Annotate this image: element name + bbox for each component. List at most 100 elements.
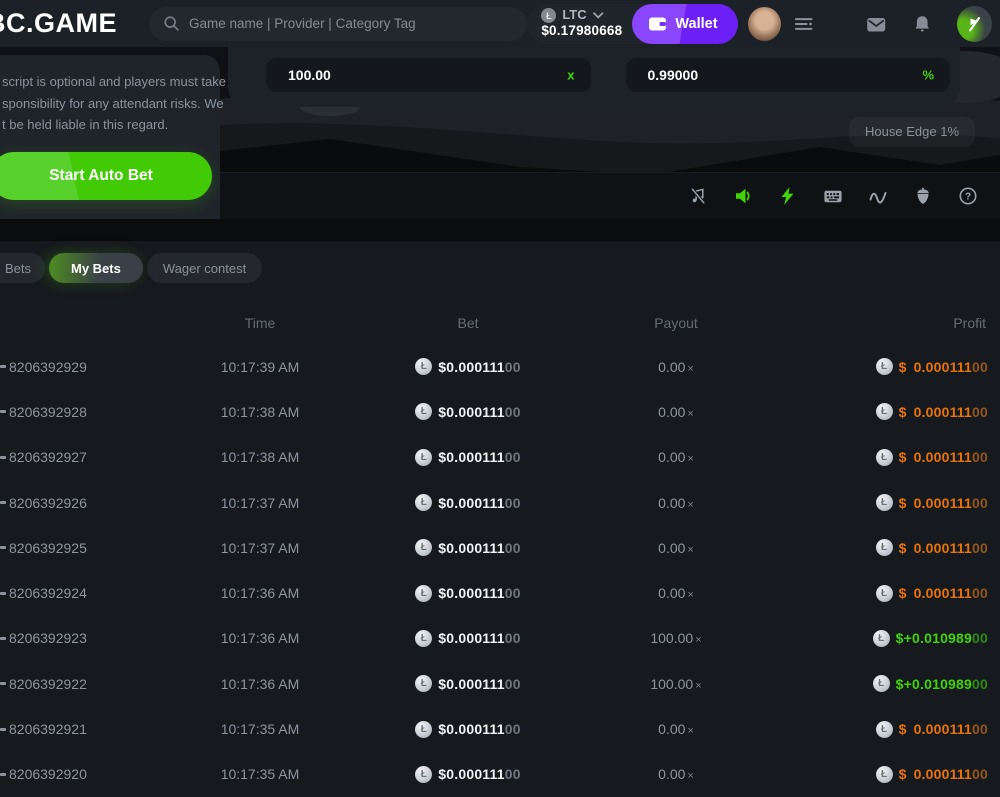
header-bet: Bet [350, 315, 586, 331]
search-icon [163, 15, 180, 32]
win-chance-field[interactable]: % [626, 58, 951, 92]
table-row[interactable]: 8206392921 10:17:35 AM Ł $0.00011100 0.0… [0, 706, 1000, 751]
wallet-button[interactable]: Wallet [632, 4, 737, 44]
bet-profit: Ł $0.00011100 [766, 539, 1000, 556]
bet-amount: Ł $0.00011100 [350, 539, 586, 556]
clipped-id-fragment [0, 728, 6, 731]
bet-profit: Ł $0.00011100 [766, 403, 1000, 420]
bet-profit: Ł $0.00011100 [766, 721, 1000, 738]
tab-all-bets[interactable]: Bets [0, 253, 45, 283]
disclaimer-line: script is optional and players must take [2, 71, 208, 93]
bet-payout: 0.00× [586, 404, 766, 420]
bets-table-body: 8206392929 10:17:39 AM Ł $0.00011100 0.0… [0, 344, 1000, 797]
table-row[interactable]: 8206392929 10:17:39 AM Ł $0.00011100 0.0… [0, 344, 1000, 389]
tab-wager-contest[interactable]: Wager contest [147, 253, 262, 283]
ltc-coin-icon: Ł [541, 8, 556, 23]
house-edge-badge: House Edge 1% [849, 117, 975, 147]
start-auto-bet-button[interactable]: Start Auto Bet [0, 152, 212, 200]
bet-profit: Ł $+0.01098900 [766, 630, 1000, 647]
bet-id: 8206392925 [0, 540, 170, 556]
win-chance-suffix: % [922, 68, 934, 83]
bet-menu-icon[interactable] [794, 14, 814, 34]
ltc-coin-icon: Ł [876, 358, 893, 375]
win-chance-input[interactable] [626, 58, 951, 92]
bet-time: 10:17:35 AM [170, 766, 350, 782]
search-bar[interactable] [149, 7, 527, 41]
table-row[interactable]: 8206392922 10:17:36 AM Ł $0.00011100 100… [0, 661, 1000, 706]
clipped-id-fragment [0, 456, 6, 459]
music-off-icon[interactable] [688, 186, 708, 206]
ltc-coin-icon: Ł [415, 358, 432, 375]
clipped-id-fragment [0, 592, 6, 595]
payout-input[interactable] [266, 58, 591, 92]
table-row[interactable]: 8206392923 10:17:36 AM Ł $0.00011100 100… [0, 616, 1000, 661]
bet-profit: Ł $0.00011100 [766, 358, 1000, 375]
ltc-coin-icon: Ł [415, 721, 432, 738]
bet-payout: 100.00× [586, 676, 766, 692]
payout-field[interactable]: x [266, 58, 591, 92]
ltc-coin-icon: Ł [415, 494, 432, 511]
disclaimer-line: t be held liable in this regard. [2, 114, 208, 136]
sound-on-icon[interactable] [733, 186, 753, 206]
game-section: script is optional and players must take… [0, 47, 1000, 219]
instant-bet-icon[interactable] [778, 186, 798, 206]
table-row[interactable]: 8206392925 10:17:37 AM Ł $0.00011100 0.0… [0, 525, 1000, 570]
bell-icon[interactable] [913, 14, 931, 34]
trends-icon[interactable] [868, 186, 888, 206]
help-icon[interactable]: ? [958, 186, 978, 206]
currency-selector[interactable]: Ł LTC $0.17980668 [527, 8, 632, 39]
table-row[interactable]: 8206392927 10:17:38 AM Ł $0.00011100 0.0… [0, 435, 1000, 480]
clipped-id-fragment [0, 546, 6, 549]
bet-payout: 0.00× [586, 359, 766, 375]
disclaimer-line: sponsibility for any attendant risks. We [2, 93, 208, 115]
bet-amount: Ł $0.00011100 [350, 630, 586, 647]
bet-id: 8206392926 [0, 495, 170, 511]
table-row[interactable]: 8206392926 10:17:37 AM Ł $0.00011100 0.0… [0, 480, 1000, 525]
clipped-id-fragment [0, 682, 6, 685]
ltc-coin-icon: Ł [415, 403, 432, 420]
header-profit: Profit [766, 315, 1000, 331]
ltc-coin-icon: Ł [876, 449, 893, 466]
site-logo[interactable]: BC.GAME [0, 8, 117, 39]
bet-profit: Ł $0.00011100 [766, 494, 1000, 511]
currency-code: LTC [562, 8, 586, 23]
table-row[interactable]: 8206392928 10:17:38 AM Ł $0.00011100 0.0… [0, 389, 1000, 434]
wallet-balance: $0.17980668 [541, 23, 622, 39]
bet-time: 10:17:36 AM [170, 630, 350, 646]
tab-my-bets[interactable]: My Bets [49, 253, 143, 283]
game-area: x % House Edge 1% [220, 47, 1000, 219]
bet-id: 8206392924 [0, 585, 170, 601]
avatar[interactable] [748, 7, 781, 41]
hotkeys-icon[interactable] [823, 186, 843, 206]
payout-suffix: x [567, 68, 574, 83]
wallet-label: Wallet [675, 16, 717, 32]
bet-profit: Ł $0.00011100 [766, 585, 1000, 602]
clipped-id-fragment [0, 773, 6, 776]
mail-icon[interactable] [866, 15, 886, 33]
ltc-coin-icon: Ł [876, 403, 893, 420]
bet-time: 10:17:36 AM [170, 585, 350, 601]
bet-id: 8206392923 [0, 630, 170, 646]
bet-amount: Ł $0.00011100 [350, 766, 586, 783]
svg-text:?: ? [965, 192, 971, 203]
bet-payout: 0.00× [586, 495, 766, 511]
ltc-coin-icon: Ł [876, 721, 893, 738]
clipped-id-fragment [0, 637, 6, 640]
bet-amount: Ł $0.00011100 [350, 721, 586, 738]
table-row[interactable]: 8206392920 10:17:35 AM Ł $0.00011100 0.0… [0, 752, 1000, 797]
table-row[interactable]: 8206392924 10:17:36 AM Ł $0.00011100 0.0… [0, 570, 1000, 615]
section-divider [0, 219, 1000, 241]
chat-toggle-icon[interactable] [957, 6, 992, 42]
auto-bet-panel: script is optional and players must take… [0, 55, 220, 219]
bet-time: 10:17:36 AM [170, 676, 350, 692]
bet-id: 8206392920 [0, 766, 170, 782]
bet-time: 10:17:39 AM [170, 359, 350, 375]
bet-id: 8206392922 [0, 676, 170, 692]
clipped-id-fragment [0, 365, 6, 368]
seed-icon[interactable] [913, 186, 933, 206]
ltc-coin-icon: Ł [876, 766, 893, 783]
bet-amount: Ł $0.00011100 [350, 403, 586, 420]
bet-amount: Ł $0.00011100 [350, 585, 586, 602]
ltc-coin-icon: Ł [876, 494, 893, 511]
search-input[interactable] [189, 16, 513, 31]
